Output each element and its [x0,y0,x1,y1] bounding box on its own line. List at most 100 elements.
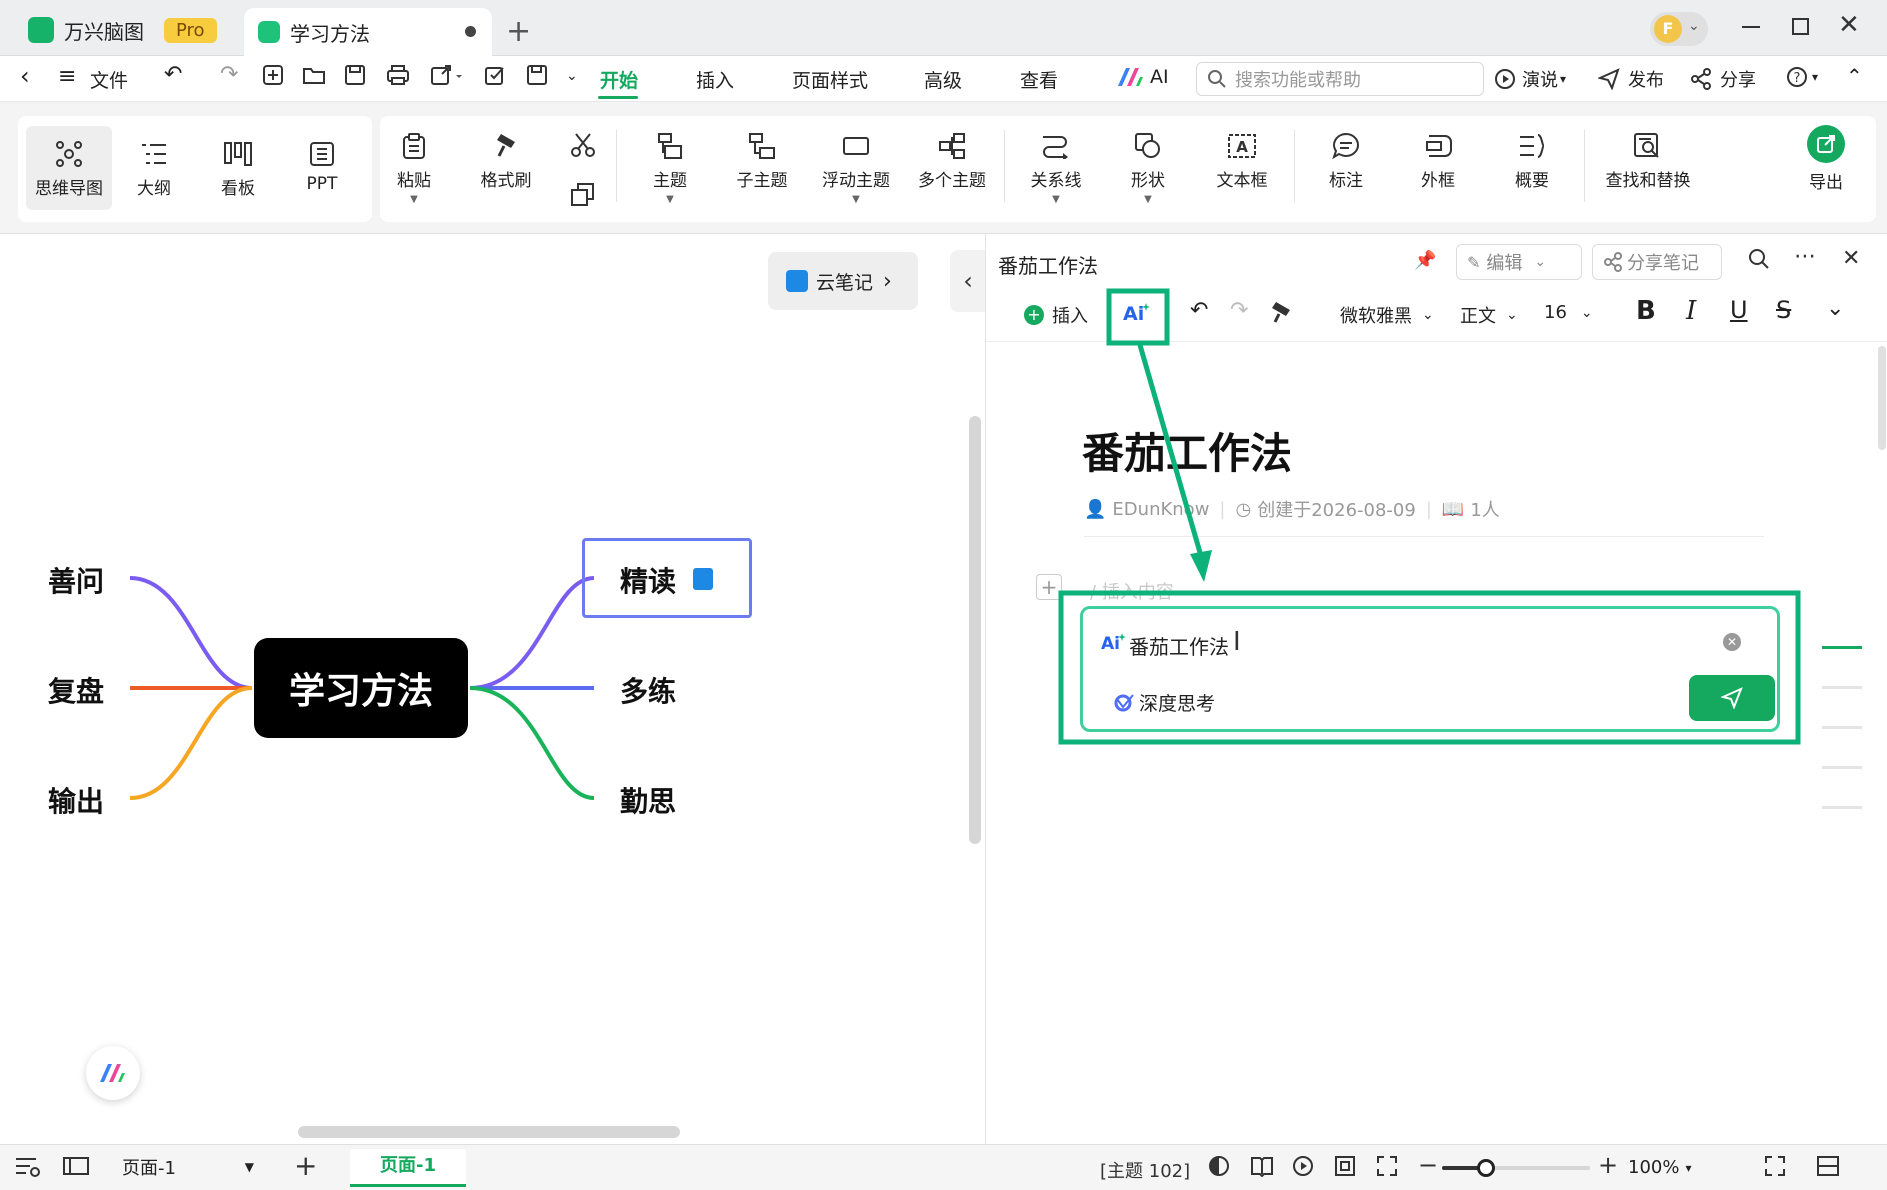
pin-icon[interactable]: 📌 [1414,250,1436,271]
collapse-ribbon-icon[interactable]: ⌃ [1846,64,1863,88]
outline-marker[interactable] [1822,806,1862,809]
deep-think-toggle[interactable]: 深度思考 [1113,689,1215,716]
task-check-icon[interactable] [484,64,506,86]
horizontal-scrollbar[interactable] [298,1126,680,1138]
undo-icon[interactable]: ↶ [164,62,182,87]
callout-button[interactable]: 标注 [1298,126,1394,191]
maximize-icon[interactable] [1792,18,1809,35]
file-menu[interactable]: 文件 [90,66,128,93]
font-size-dropdown[interactable]: 16 ⌄ [1544,302,1593,323]
page-panel-icon[interactable] [62,1155,90,1177]
topic-button[interactable]: 主题 ▼ [622,126,718,205]
menu-hamburger-icon[interactable]: ≡ [58,64,76,89]
zoom-in-icon[interactable]: + [1598,1151,1618,1179]
clear-format-icon[interactable] [1270,300,1292,324]
theme-icon[interactable] [1208,1155,1230,1177]
fit-page-icon[interactable] [1334,1155,1356,1177]
search-field[interactable]: 搜索功能或帮助 [1196,62,1484,96]
more-chevron-icon[interactable]: ⌄ [566,68,578,84]
outline-marker[interactable] [1822,766,1862,769]
minimize-icon[interactable] [1742,26,1760,28]
menu-view[interactable]: 查看 [1020,66,1058,93]
zoom-out-icon[interactable]: − [1418,1151,1438,1179]
view-ppt-button[interactable]: PPT [274,134,370,194]
ai-prompt-input[interactable]: 番茄工作法 [1129,631,1229,660]
notes-scrollbar[interactable] [1878,346,1886,450]
floating-topic-button[interactable]: 浮动主题 ▼ [808,126,904,205]
add-block-plus-icon[interactable]: + [1036,574,1062,600]
topic-jingdu[interactable]: 精读 [620,560,676,600]
app-home-tab[interactable]: 万兴脑图 Pro [14,8,234,52]
boundary-button[interactable]: 外框 [1390,126,1486,191]
save-icon[interactable] [344,64,366,86]
paste-button[interactable]: 粘贴 ▼ [366,126,462,205]
cloud-note-button[interactable]: 云笔记 › [768,252,918,310]
more-tools-chevron-icon[interactable]: ⌄ [1826,296,1844,321]
cut-icon[interactable] [570,132,596,158]
book-view-icon[interactable] [1250,1155,1274,1177]
subtopic-button[interactable]: 子主题 [714,126,810,191]
italic-icon[interactable]: I [1686,296,1696,326]
font-family-dropdown[interactable]: 微软雅黑 ⌄ [1340,302,1434,328]
find-replace-button[interactable]: 查找和替换 [1596,126,1700,191]
bold-icon[interactable]: B [1636,296,1656,326]
menu-ai[interactable]: AI [1116,66,1169,88]
export-button[interactable]: 导出 [1778,124,1874,193]
present-button[interactable]: 演说 ▾ [1494,66,1566,92]
relationship-button[interactable]: 关系线 ▼ [1008,126,1104,205]
page-select-dropdown[interactable]: 页面-1 ▼ [112,1149,262,1185]
menu-page-style[interactable]: 页面样式 [792,66,868,93]
summary-button[interactable]: 概要 [1484,126,1580,191]
menu-advanced[interactable]: 高级 [924,66,962,93]
close-panel-icon[interactable]: ✕ [1842,246,1860,271]
outline-marker[interactable] [1822,726,1862,729]
close-window-icon[interactable]: ✕ [1838,10,1860,40]
zoom-level-dropdown[interactable]: 100% ▾ [1628,1157,1692,1178]
underline-icon[interactable]: U [1730,296,1748,324]
textbox-button[interactable]: A 文本框 [1194,126,1290,191]
topic-duolian[interactable]: 多练 [620,670,676,710]
central-topic[interactable]: 学习方法 [254,638,468,738]
redo-icon[interactable]: ↷ [1230,298,1248,323]
mindmap-canvas[interactable]: 云笔记 › 学习方法 善问 复盘 输出 精读 多练 勤思 ‹ [0,234,986,1144]
note-attached-icon[interactable] [693,568,713,590]
multiple-topics-button[interactable]: 多个主题 [904,126,1000,191]
note-title[interactable]: 番茄工作法 [1082,420,1292,481]
view-outline-button[interactable]: 大纲 [106,134,202,199]
paragraph-style-dropdown[interactable]: 正文 ⌄ [1460,302,1518,328]
slideshow-play-icon[interactable] [1292,1155,1314,1177]
filter-view-icon[interactable] [14,1155,42,1179]
topic-shanwen[interactable]: 善问 [48,560,104,600]
ai-prompt-box[interactable]: Ai 番茄工作法 I ✕ 深度思考 [1080,606,1780,732]
new-tab-plus-icon[interactable]: + [506,14,531,49]
expand-icon[interactable] [1376,1155,1398,1177]
more-options-icon[interactable]: ⋯ [1794,244,1816,269]
export-share-icon[interactable] [430,64,464,86]
view-mindmap-button[interactable]: 思维导图 [26,126,112,210]
back-icon[interactable]: ‹ [20,62,30,90]
open-folder-icon[interactable] [302,64,326,86]
print-icon[interactable] [386,64,410,86]
edit-mode-dropdown[interactable]: ✎ 编辑 ⌄ [1456,244,1582,280]
format-painter-button[interactable]: 格式刷 [458,126,554,191]
topic-qinsi[interactable]: 勤思 [620,780,676,820]
topic-fupan[interactable]: 复盘 [48,670,104,710]
page-tab[interactable]: 页面-1 [350,1149,466,1187]
topic-shuchu[interactable]: 输出 [48,780,104,820]
send-button[interactable] [1689,675,1775,721]
copy-icon[interactable] [570,182,596,208]
menu-start[interactable]: 开始 [600,66,638,93]
shape-button[interactable]: 形状 ▼ [1100,126,1196,205]
redo-icon[interactable]: ↷ [220,62,238,87]
clear-input-icon[interactable]: ✕ [1723,633,1741,651]
unsaved-dot-icon[interactable] [465,26,476,37]
add-page-icon[interactable]: + [294,1149,317,1182]
save-as-icon[interactable] [526,64,548,86]
strikethrough-icon[interactable]: S [1776,296,1791,324]
user-avatar-menu[interactable]: F ⌄ [1650,12,1708,46]
view-kanban-button[interactable]: 看板 [190,134,286,199]
zoom-slider-knob[interactable] [1477,1159,1495,1177]
panel-toggle-icon[interactable] [1816,1155,1840,1177]
publish-button[interactable]: 发布 [1598,66,1664,92]
ai-assistant-float-button[interactable] [86,1046,140,1100]
